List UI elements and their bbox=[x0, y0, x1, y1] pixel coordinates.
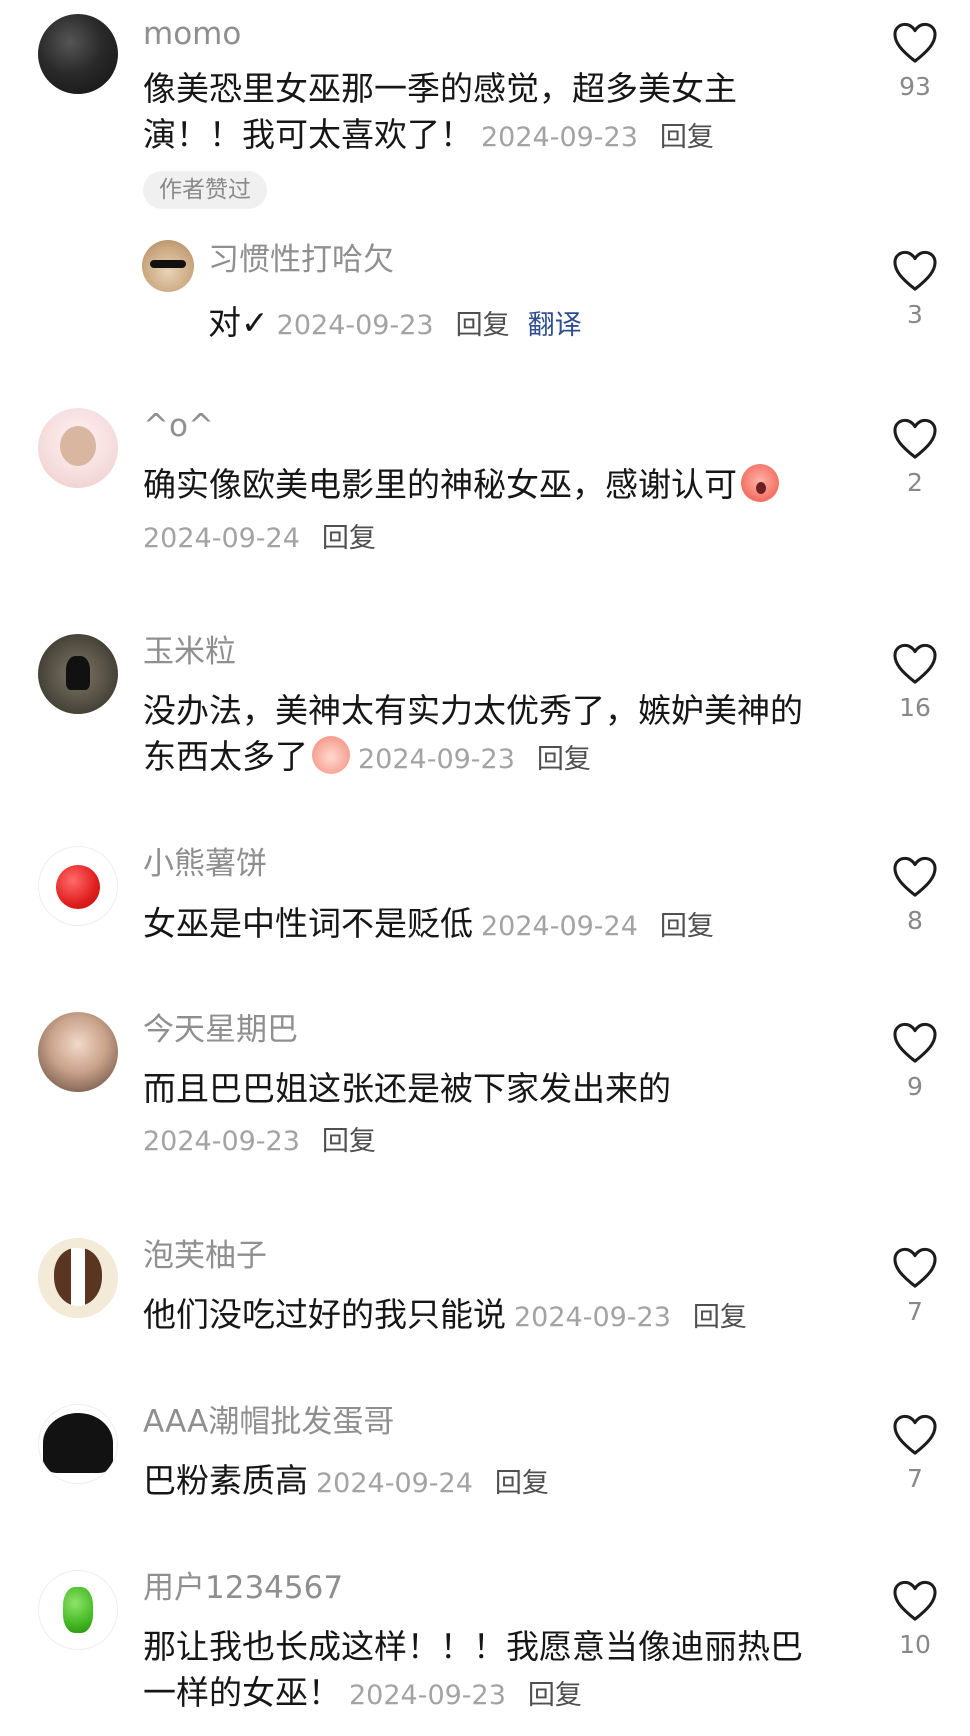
comment-username[interactable]: 用户1234567 bbox=[143, 1568, 343, 1608]
like-button[interactable]: 7 bbox=[880, 1414, 950, 1494]
reply-button[interactable]: 回复 bbox=[322, 523, 376, 554]
like-count: 16 bbox=[899, 693, 931, 722]
heart-outline-icon bbox=[892, 856, 938, 898]
sunglasses-icon bbox=[150, 260, 186, 268]
reply-button[interactable]: 回复 bbox=[456, 310, 510, 341]
author-liked-badge: 作者赞过 bbox=[143, 171, 267, 209]
like-count: 2 bbox=[907, 468, 923, 497]
comment-username[interactable]: 习惯性打哈欠 bbox=[208, 240, 394, 280]
like-count: 8 bbox=[907, 906, 923, 935]
comment-text: 那让我也长成这样！！！我愿意当像迪丽热巴一样的女巫！ 2024-09-23 回复 bbox=[143, 1627, 803, 1712]
like-button[interactable]: 2 bbox=[880, 418, 950, 498]
avatar[interactable] bbox=[142, 240, 194, 292]
comment-username[interactable]: ^o^ bbox=[143, 406, 214, 446]
heart-outline-icon bbox=[892, 643, 938, 685]
like-count: 3 bbox=[907, 300, 923, 329]
comment-meta: 2024-09-24 回复 bbox=[143, 519, 376, 562]
reply-button[interactable]: 回复 bbox=[528, 1680, 582, 1711]
comment-date: 2024-09-23 bbox=[143, 1126, 300, 1157]
reply-button[interactable]: 回复 bbox=[693, 1302, 747, 1333]
heart-outline-icon bbox=[892, 1414, 938, 1456]
comment-username[interactable]: AAA潮帽批发蛋哥 bbox=[143, 1402, 394, 1442]
avatar[interactable] bbox=[38, 846, 118, 926]
like-button[interactable]: 16 bbox=[880, 643, 950, 723]
like-button[interactable]: 10 bbox=[880, 1580, 950, 1660]
like-button[interactable]: 8 bbox=[880, 856, 950, 936]
like-button[interactable]: 7 bbox=[880, 1247, 950, 1327]
shocked-peach-emoji bbox=[741, 464, 779, 502]
heart-outline-icon bbox=[892, 418, 938, 460]
avatar[interactable] bbox=[38, 14, 118, 94]
dog-icon bbox=[54, 1248, 102, 1306]
avatar[interactable] bbox=[38, 634, 118, 714]
apple-icon bbox=[56, 865, 100, 909]
like-button[interactable]: 9 bbox=[880, 1022, 950, 1102]
comment-date: 2024-09-24 bbox=[143, 523, 300, 554]
comment-username[interactable]: momo bbox=[143, 14, 241, 54]
comment-text: 对✓ 2024-09-23 回复 翻译 bbox=[208, 303, 582, 342]
reply-button[interactable]: 回复 bbox=[537, 744, 591, 775]
avatar[interactable] bbox=[38, 1570, 118, 1650]
figure-icon bbox=[66, 656, 90, 690]
reply-button[interactable]: 回复 bbox=[322, 1126, 376, 1157]
comment-date: 2024-09-23 bbox=[358, 744, 515, 775]
comment-text: 没办法，美神太有实力太优秀了，嫉妒美神的东西太多了 2024-09-23 回复 bbox=[143, 691, 803, 776]
comment-date: 2024-09-24 bbox=[481, 911, 638, 942]
comment-username[interactable]: 泡芙柚子 bbox=[143, 1236, 267, 1276]
reply-button[interactable]: 回复 bbox=[495, 1468, 549, 1499]
comment-date: 2024-09-23 bbox=[481, 122, 638, 153]
comment-date: 2024-09-23 bbox=[276, 310, 434, 341]
reply-button[interactable]: 回复 bbox=[660, 911, 714, 942]
translate-button[interactable]: 翻译 bbox=[528, 310, 582, 341]
heart-outline-icon bbox=[892, 1580, 938, 1622]
avatar[interactable] bbox=[38, 1404, 118, 1484]
like-count: 7 bbox=[907, 1464, 923, 1493]
reply-button[interactable]: 回复 bbox=[660, 122, 714, 153]
like-count: 93 bbox=[899, 72, 931, 101]
green-pepper-icon bbox=[63, 1587, 93, 1633]
peach-face-emoji bbox=[312, 736, 350, 774]
comment-username[interactable]: 今天星期巴 bbox=[143, 1010, 298, 1050]
like-count: 10 bbox=[899, 1630, 931, 1659]
comment-text: 他们没吃过好的我只能说 2024-09-23 回复 bbox=[143, 1295, 747, 1334]
beanie-icon bbox=[43, 1413, 113, 1473]
like-button[interactable]: 3 bbox=[880, 250, 950, 330]
avatar[interactable] bbox=[38, 1238, 118, 1318]
comment-date: 2024-09-23 bbox=[514, 1302, 671, 1333]
like-button[interactable]: 93 bbox=[880, 22, 950, 102]
like-count: 9 bbox=[907, 1072, 923, 1101]
comment-text: 而且巴巴姐这张还是被下家发出来的 bbox=[143, 1069, 671, 1108]
comment-text: 女巫是中性词不是贬低 2024-09-24 回复 bbox=[143, 904, 714, 943]
avatar[interactable] bbox=[38, 408, 118, 488]
comment-date: 2024-09-24 bbox=[316, 1468, 473, 1499]
comment-username[interactable]: 小熊薯饼 bbox=[143, 844, 267, 884]
comment-date: 2024-09-23 bbox=[349, 1680, 506, 1711]
heart-outline-icon bbox=[892, 1022, 938, 1064]
like-count: 7 bbox=[907, 1297, 923, 1326]
anime-face-icon bbox=[60, 426, 96, 466]
comment-text: 确实像欧美电影里的神秘女巫，感谢认可 bbox=[143, 462, 833, 508]
comment-text: 像美恐里女巫那一季的感觉，超多美女主演！！我可太喜欢了！ 2024-09-23 回复 bbox=[143, 69, 737, 154]
heart-outline-icon bbox=[892, 1247, 938, 1289]
avatar[interactable] bbox=[38, 1012, 118, 1092]
comment-text: 巴粉素质高 2024-09-24 回复 bbox=[143, 1461, 549, 1500]
comment-meta: 2024-09-23 回复 bbox=[143, 1122, 376, 1165]
heart-outline-icon bbox=[892, 250, 938, 292]
comment-username[interactable]: 玉米粒 bbox=[143, 632, 236, 672]
heart-outline-icon bbox=[892, 22, 938, 64]
